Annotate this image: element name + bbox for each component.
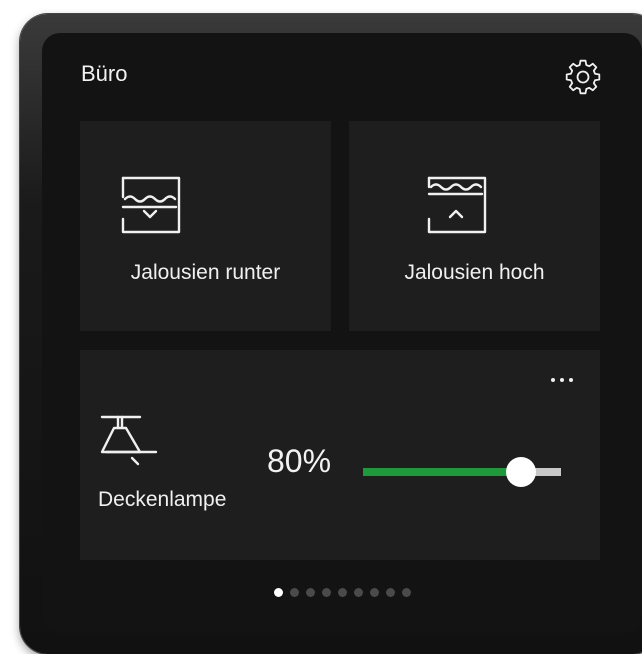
- blinds-up-label: Jalousien hoch: [404, 261, 545, 284]
- page-dot[interactable]: [289, 588, 299, 597]
- settings-button[interactable]: [563, 57, 603, 97]
- blinds-up-tile[interactable]: Jalousien hoch: [349, 121, 600, 331]
- blinds-down-tile[interactable]: Jalousien runter: [80, 121, 331, 331]
- panel-screen: Büro Jalousien runter Jalousien hoch Dec…: [42, 33, 642, 633]
- slider-thumb[interactable]: [506, 457, 537, 487]
- page-dot[interactable]: [401, 588, 411, 597]
- page-dot[interactable]: [369, 588, 379, 597]
- blinds-up-icon: [427, 176, 487, 234]
- more-icon-dot: [551, 378, 555, 382]
- gear-icon: [565, 59, 601, 95]
- more-icon-dot: [560, 378, 564, 382]
- more-icon-dot: [569, 378, 573, 382]
- brightness-value: 80%: [267, 443, 332, 479]
- page-dot[interactable]: [353, 588, 363, 597]
- ceiling-lamp-label: Deckenlampe: [98, 488, 227, 511]
- brightness-slider[interactable]: [363, 457, 561, 487]
- page-dot[interactable]: [273, 588, 283, 597]
- room-title: Büro: [81, 61, 128, 86]
- blinds-down-label: Jalousien runter: [130, 261, 281, 284]
- page-indicator: [42, 588, 642, 597]
- ceiling-lamp-tile[interactable]: Deckenlampe 80%: [80, 350, 600, 560]
- more-options-button[interactable]: [540, 368, 584, 392]
- ceiling-lamp-icon: [100, 415, 158, 466]
- page-dot[interactable]: [305, 588, 315, 597]
- page-dot[interactable]: [385, 588, 395, 597]
- page-dot[interactable]: [337, 588, 347, 597]
- slider-fill: [363, 468, 522, 476]
- blinds-down-icon: [121, 176, 181, 234]
- page-dot[interactable]: [321, 588, 331, 597]
